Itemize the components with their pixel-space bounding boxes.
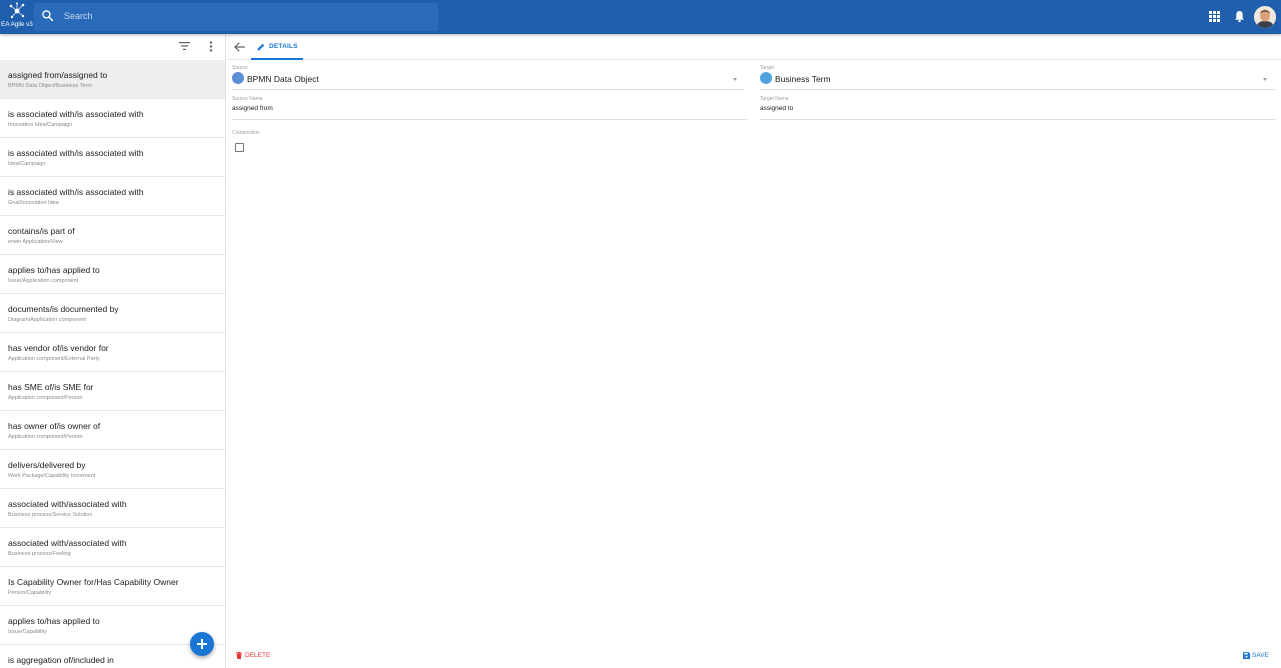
list-item-title: applies to/has applied to bbox=[8, 265, 100, 275]
app-logo[interactable]: EA Agile v3 bbox=[0, 0, 34, 34]
composition-checkbox[interactable] bbox=[235, 143, 244, 152]
chevron-down-icon bbox=[1263, 78, 1267, 81]
list-item[interactable]: associated with/associated with Business… bbox=[0, 489, 225, 528]
list-item[interactable]: is associated with/is associated with Go… bbox=[0, 177, 225, 216]
tab-details[interactable]: DETAILS bbox=[251, 34, 303, 60]
target-value: Business Term bbox=[775, 74, 831, 84]
list-item-title: is associated with/is associated with bbox=[8, 187, 144, 197]
chevron-down-icon bbox=[733, 78, 737, 81]
target-name-value: assigned to bbox=[760, 105, 794, 112]
relationship-list: assigned from/assigned to BPMN Data Obje… bbox=[0, 60, 225, 668]
list-item-title: applies to/has applied to bbox=[8, 616, 100, 626]
user-avatar-icon bbox=[1254, 6, 1276, 28]
list-item[interactable]: is associated with/is associated with Id… bbox=[0, 138, 225, 177]
list-item-subtitle: Application component/Person bbox=[8, 434, 83, 440]
list-item-subtitle: Goal/Innovation Idea bbox=[8, 200, 59, 206]
save-button[interactable]: SAVE bbox=[1243, 650, 1275, 662]
search-placeholder: Search bbox=[64, 11, 93, 21]
trash-icon bbox=[236, 652, 242, 659]
search-input[interactable]: Search bbox=[34, 3, 438, 31]
list-item-title: is aggregation of/included in bbox=[8, 655, 114, 665]
list-item[interactable]: contains/is part of erwin Application/Vi… bbox=[0, 216, 225, 255]
source-value: BPMN Data Object bbox=[247, 74, 319, 84]
list-item-subtitle: erwin Application/View bbox=[8, 239, 63, 245]
list-item-title: contains/is part of bbox=[8, 226, 75, 236]
list-item[interactable]: documents/is documented by Diagram/Appli… bbox=[0, 294, 225, 333]
top-app-bar: EA Agile v3 Search bbox=[0, 0, 1281, 34]
tabs-bar: DETAILS bbox=[227, 34, 1281, 60]
list-item[interactable]: is associated with/is associated with In… bbox=[0, 99, 225, 138]
filter-icon[interactable] bbox=[179, 42, 190, 50]
list-item[interactable]: has owner of/is owner of Application com… bbox=[0, 411, 225, 450]
list-item-title: associated with/associated with bbox=[8, 538, 127, 548]
more-vert-icon[interactable] bbox=[209, 41, 213, 52]
target-label: Target bbox=[760, 65, 774, 71]
target-name-label: Target Name bbox=[760, 96, 789, 102]
target-select[interactable]: Target Business Term bbox=[760, 65, 1276, 90]
list-item[interactable]: assigned from/assigned to BPMN Data Obje… bbox=[0, 60, 225, 99]
details-panel: DETAILS Source BPMN Data Object Target B… bbox=[227, 34, 1281, 668]
user-avatar[interactable] bbox=[1254, 6, 1276, 28]
list-item-title: delivers/delivered by bbox=[8, 460, 86, 470]
list-item-subtitle: Diagram/Application component bbox=[8, 317, 86, 323]
list-item[interactable]: delivers/delivered by Work Package/Capab… bbox=[0, 450, 225, 489]
source-name-value: assigned from bbox=[232, 105, 273, 112]
app-logo-text: EA Agile v3 bbox=[1, 21, 33, 28]
list-item[interactable]: has SME of/is SME for Application compon… bbox=[0, 372, 225, 411]
list-item-title: has SME of/is SME for bbox=[8, 382, 94, 392]
list-item-title: is associated with/is associated with bbox=[8, 109, 144, 119]
list-item-subtitle: Person/Capability bbox=[8, 590, 52, 596]
search-icon bbox=[42, 10, 54, 22]
list-item[interactable]: applies to/has applied to Issue/Applicat… bbox=[0, 255, 225, 294]
source-name-label: Source Name bbox=[232, 96, 263, 102]
business-term-icon bbox=[760, 72, 772, 84]
composition-label: Composition bbox=[232, 130, 260, 136]
edit-pencil-icon bbox=[257, 43, 265, 51]
source-name-field[interactable]: Source Name assigned from bbox=[232, 96, 747, 120]
relationship-sidebar: assigned from/assigned to BPMN Data Obje… bbox=[0, 34, 226, 668]
data-object-icon bbox=[232, 72, 244, 84]
list-item-subtitle: Business process/Feeling bbox=[8, 551, 71, 557]
list-item-title: documents/is documented by bbox=[8, 304, 119, 314]
add-relationship-button[interactable] bbox=[190, 632, 214, 656]
save-floppy-icon bbox=[1243, 652, 1250, 659]
apps-grid-icon[interactable] bbox=[1209, 11, 1220, 22]
list-item-title: associated with/associated with bbox=[8, 499, 127, 509]
arrow-back-icon[interactable] bbox=[234, 42, 245, 52]
list-item-title: Is Capability Owner for/Has Capability O… bbox=[8, 577, 179, 587]
list-item-subtitle: Application component/External Party bbox=[8, 356, 100, 362]
list-item-subtitle: Work Package/Capability Increment bbox=[8, 473, 96, 479]
source-label: Source bbox=[232, 65, 248, 71]
list-item[interactable]: Is Capability Owner for/Has Capability O… bbox=[0, 567, 225, 606]
list-item-subtitle: Issue/Application component bbox=[8, 278, 79, 284]
list-item-subtitle: Idea/Campaign bbox=[8, 161, 46, 167]
source-select[interactable]: Source BPMN Data Object bbox=[232, 65, 744, 90]
target-name-field[interactable]: Target Name assigned to bbox=[760, 96, 1276, 120]
list-item-title: assigned from/assigned to bbox=[8, 70, 108, 80]
network-logo-icon bbox=[9, 2, 25, 19]
delete-label: DELETE bbox=[245, 652, 271, 659]
list-item-title: is associated with/is associated with bbox=[8, 148, 144, 158]
notifications-bell-icon[interactable] bbox=[1234, 10, 1245, 23]
list-item-subtitle: Business process/Service Solution bbox=[8, 512, 93, 518]
save-label: SAVE bbox=[1252, 652, 1269, 659]
list-item-title: has owner of/is owner of bbox=[8, 421, 101, 431]
list-item[interactable]: associated with/associated with Business… bbox=[0, 528, 225, 567]
list-item-title: has vendor of/is vendor for bbox=[8, 343, 109, 353]
sidebar-toolbar bbox=[0, 34, 225, 60]
list-item-subtitle: Application component/Person bbox=[8, 395, 83, 401]
list-item-subtitle: Innovation Idea/Campaign bbox=[8, 122, 73, 128]
list-item[interactable]: has vendor of/is vendor for Application … bbox=[0, 333, 225, 372]
list-item-subtitle: BPMN Data Object/Business Term bbox=[8, 83, 92, 89]
tab-details-label: DETAILS bbox=[269, 43, 298, 50]
